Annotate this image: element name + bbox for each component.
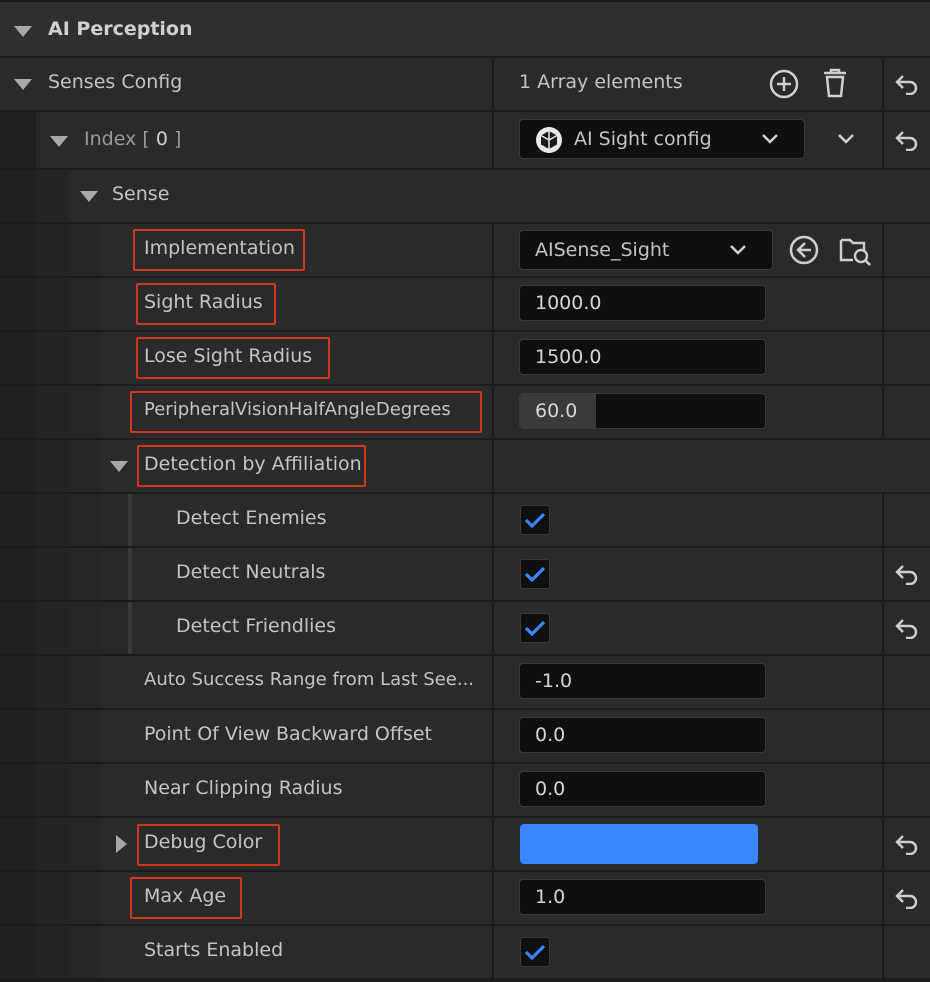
row-sense: Sense: [0, 170, 930, 222]
row-lose-sight-radius: Lose Sight Radius 1500.0: [0, 332, 930, 384]
blueprint-class-icon: [535, 126, 563, 154]
row-starts-enabled: Starts Enabled: [0, 926, 930, 978]
row-index-0: Index [ 0 ] AI Sight config: [0, 112, 930, 168]
row-sight-radius: Sight Radius 1000.0: [0, 278, 930, 330]
detect-neutrals-checkbox[interactable]: [520, 559, 550, 589]
details-panel: AI Perception Senses Config 1 Array elem…: [0, 0, 930, 982]
senses-config-label: Senses Config: [48, 71, 183, 93]
auto-success-range-input[interactable]: -1.0: [519, 663, 766, 699]
browse-folder-icon[interactable]: [838, 233, 872, 267]
pov-offset-label: Point Of View Backward Offset: [144, 723, 432, 745]
reset-to-default-icon[interactable]: [894, 563, 920, 585]
sense-label: Sense: [112, 183, 170, 205]
expand-arrow-icon[interactable]: [14, 79, 32, 90]
pov-offset-input[interactable]: 0.0: [519, 717, 766, 753]
row-debug-color: Debug Color: [0, 818, 930, 870]
row-implementation: Implementation AISense_Sight: [0, 224, 930, 276]
near-clipping-input[interactable]: 0.0: [519, 771, 766, 807]
max-age-label: Max Age: [144, 885, 227, 907]
expand-arrow-icon[interactable]: [50, 136, 68, 147]
row-pov-backward-offset: Point Of View Backward Offset 0.0: [0, 710, 930, 762]
peripheral-vision-label: PeripheralVisionHalfAngleDegrees: [144, 399, 451, 420]
collapse-arrow-icon[interactable]: [14, 26, 32, 37]
expand-arrow-icon[interactable]: [80, 191, 98, 202]
debug-color-label: Debug Color: [144, 831, 263, 853]
near-clipping-label: Near Clipping Radius: [144, 777, 343, 799]
reset-to-default-icon[interactable]: [894, 129, 920, 151]
row-max-age: Max Age 1.0: [0, 872, 930, 924]
row-detect-enemies: Detect Enemies: [0, 494, 930, 546]
row-detect-neutrals: Detect Neutrals: [0, 548, 930, 600]
debug-color-swatch[interactable]: [520, 824, 758, 864]
index-label: Index [ 0 ]: [84, 128, 182, 150]
sight-radius-label: Sight Radius: [144, 291, 263, 313]
use-selected-arrow-icon[interactable]: [788, 234, 820, 266]
detect-friendlies-checkbox[interactable]: [520, 613, 550, 643]
chevron-down-icon: [760, 132, 780, 146]
array-count: 1 Array elements: [519, 71, 683, 93]
row-detection-by-affiliation: Detection by Affiliation: [0, 440, 930, 492]
auto-success-range-label: Auto Success Range from Last See...: [144, 669, 475, 690]
reset-to-default-icon[interactable]: [894, 73, 920, 95]
sense-config-dropdown[interactable]: AI Sight config: [519, 119, 805, 159]
detect-enemies-checkbox[interactable]: [520, 505, 550, 535]
reset-to-default-icon[interactable]: [894, 833, 920, 855]
lose-sight-radius-input[interactable]: 1500.0: [519, 339, 766, 375]
detect-enemies-label: Detect Enemies: [176, 507, 327, 529]
chevron-down-icon[interactable]: [836, 132, 856, 146]
peripheral-vision-slider[interactable]: 60.0: [519, 393, 766, 429]
category-title: AI Perception: [48, 18, 193, 40]
reset-to-default-icon[interactable]: [894, 617, 920, 639]
add-element-icon[interactable]: [768, 68, 800, 100]
trash-icon[interactable]: [820, 67, 850, 99]
implementation-dropdown[interactable]: AISense_Sight: [519, 230, 773, 270]
detect-neutrals-label: Detect Neutrals: [176, 561, 326, 583]
lose-sight-radius-label: Lose Sight Radius: [144, 345, 313, 367]
sight-radius-input[interactable]: 1000.0: [519, 285, 766, 321]
implementation-label: Implementation: [144, 237, 295, 259]
starts-enabled-label: Starts Enabled: [144, 939, 284, 961]
chevron-down-icon: [728, 243, 748, 257]
detection-affiliation-label: Detection by Affiliation: [144, 453, 362, 475]
category-header-ai-perception[interactable]: AI Perception: [0, 0, 930, 56]
max-age-input[interactable]: 1.0: [519, 879, 766, 915]
row-near-clipping-radius: Near Clipping Radius 0.0: [0, 764, 930, 816]
row-detect-friendlies: Detect Friendlies: [0, 602, 930, 654]
expand-arrow-icon[interactable]: [116, 835, 127, 853]
expand-arrow-icon[interactable]: [110, 461, 128, 472]
row-auto-success-range: Auto Success Range from Last See... -1.0: [0, 656, 930, 708]
reset-to-default-icon[interactable]: [894, 887, 920, 909]
detect-friendlies-label: Detect Friendlies: [176, 615, 336, 637]
starts-enabled-checkbox[interactable]: [520, 937, 550, 967]
row-senses-config: Senses Config 1 Array elements: [0, 58, 930, 110]
row-peripheral-vision: PeripheralVisionHalfAngleDegrees 60.0: [0, 386, 930, 438]
